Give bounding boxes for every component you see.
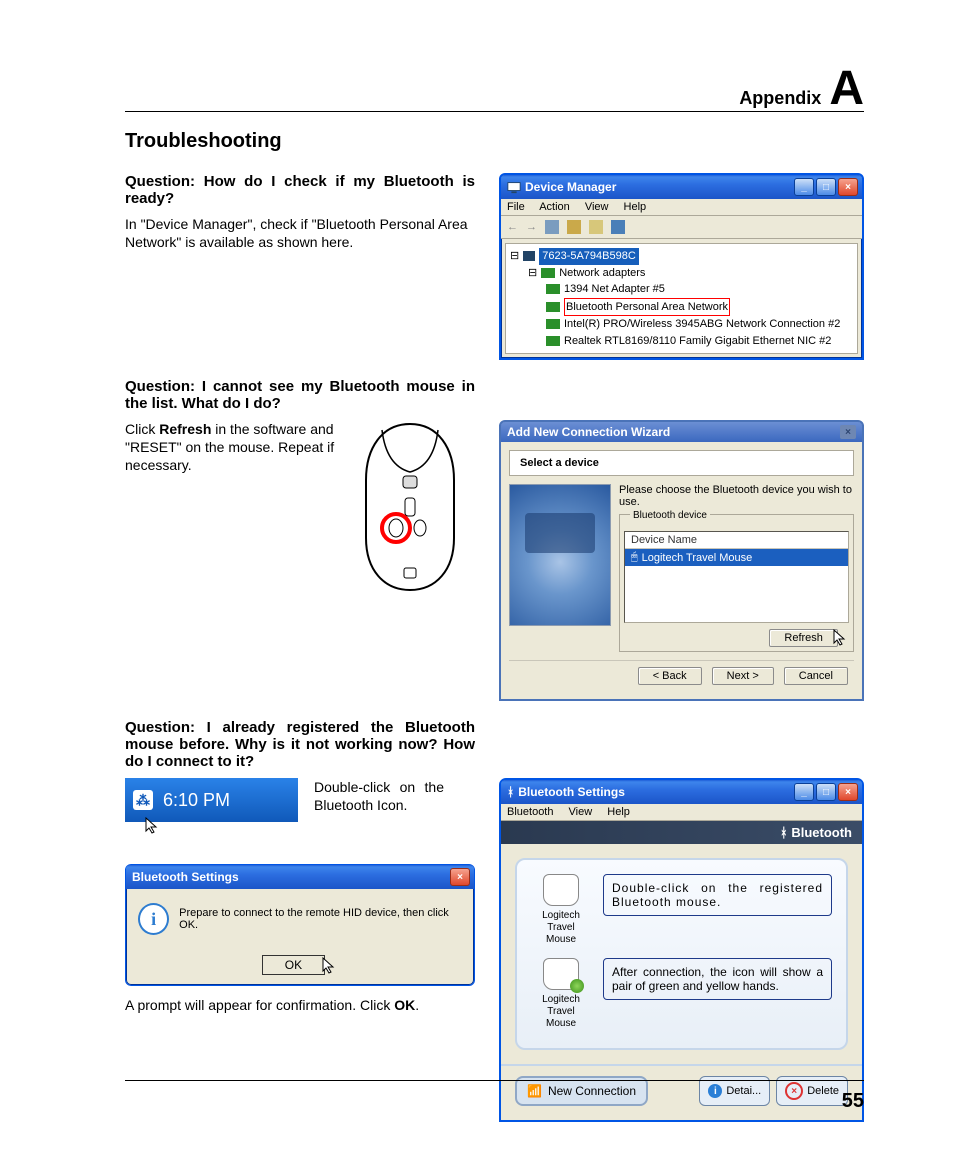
brand-strip: ᚼ Bluetooth [501,821,862,844]
device-manager-window: Device Manager _ □ × File Action View He… [499,173,864,360]
minimize-button[interactable]: _ [794,783,814,801]
fieldset-label: Bluetooth device [630,510,710,521]
menu-help[interactable]: Help [607,806,630,818]
tree-item[interactable]: 1394 Net Adapter #5 [546,281,853,298]
dialog-message: Prepare to connect to the remote HID dev… [179,907,462,931]
device-icon[interactable]: Logitech Travel Mouse [531,874,591,946]
next-button[interactable]: Next > [712,667,774,685]
answer-1: In "Device Manager", check if "Bluetooth… [125,215,475,251]
device-list[interactable]: Device Name 🖱 Logitech Travel Mouse [624,531,849,623]
menu-view[interactable]: View [585,201,609,213]
device-list-header: Device Name [625,532,848,549]
question-1: Question: How do I check if my Bluetooth… [125,173,475,207]
network-adapters-node[interactable]: Network adapters [559,265,645,282]
page-number: 55 [842,1090,864,1113]
menu-view[interactable]: View [569,806,593,818]
menu-bluetooth[interactable]: Bluetooth [507,806,553,818]
bluetooth-settings-window: ᚼ Bluetooth Settings _ □ × Bluetooth Vie… [499,778,864,1122]
menubar: Bluetooth View Help [501,804,862,821]
menu-file[interactable]: File [507,201,525,213]
cursor-icon [833,629,849,647]
close-button[interactable]: × [838,178,858,196]
toolbar-icon[interactable] [545,220,559,234]
device-label: Logitech Travel Mouse [542,994,580,1029]
section-title: Troubleshooting [125,130,864,153]
appendix-label: Appendix [739,88,821,109]
bluetooth-logo-icon: ᚼ [780,825,788,840]
cursor-icon [322,957,338,975]
note-box-1: Double-click on the registered Bluetooth… [603,874,832,916]
maximize-button[interactable]: □ [816,178,836,196]
page-header: Appendix A [125,70,864,112]
bluetooth-icon: ᚼ [507,785,514,799]
nav-back-icon[interactable]: ← [507,221,518,233]
dialog-title: Bluetooth Settings [132,870,239,884]
wizard-instruction: Please choose the Bluetooth device you w… [619,484,854,508]
menu-help[interactable]: Help [624,201,647,213]
tree-item[interactable]: Intel(R) PRO/Wireless 3945ABG Network Co… [546,316,853,333]
question-3: Question: I already registered the Bluet… [125,719,475,770]
wizard-title: Add New Connection Wizard [507,425,670,439]
close-button[interactable]: × [450,868,470,886]
mouse-diagram [360,420,460,595]
cancel-button[interactable]: Cancel [784,667,848,685]
antenna-icon: 📶 [527,1084,542,1098]
wizard-step-header: Select a device [509,450,854,476]
confirmation-caption: A prompt will appear for confirmation. C… [125,996,475,1014]
menubar: File Action View Help [501,199,862,216]
system-tray[interactable]: ⁂ 6:10 PM [125,778,298,822]
tree-item-bluetooth[interactable]: Bluetooth Personal Area Network [546,298,853,317]
close-button[interactable]: × [838,783,858,801]
toolbar-icon[interactable] [567,220,581,234]
device-label: Logitech Travel Mouse [542,910,580,945]
cursor-icon [145,817,161,835]
nav-fwd-icon[interactable]: → [526,221,537,233]
mouse-icon: 🖱 [631,551,638,564]
toolbar-icon[interactable] [589,220,603,234]
footer-rule [125,1080,864,1081]
window-title: Device Manager [525,180,616,194]
appendix-letter: A [829,70,864,108]
computer-node[interactable]: 7623-5A794B598C [539,248,639,265]
back-button[interactable]: < Back [638,667,702,685]
note-box-2: After connection, the icon will show a p… [603,958,832,1000]
refresh-button[interactable]: Refresh [769,629,838,647]
wizard-image [509,484,611,626]
connection-wizard-window: Add New Connection Wizard × Select a dev… [499,420,864,701]
question-2: Question: I cannot see my Bluetooth mous… [125,378,475,412]
minimize-button[interactable]: _ [794,178,814,196]
network-adapters-icon [541,268,555,278]
computer-icon [523,251,535,261]
tree-item[interactable]: Realtek RTL8169/8110 Family Gigabit Ethe… [546,333,853,350]
window-title: Bluetooth Settings [518,785,625,799]
device-manager-icon [507,180,521,194]
device-icon-connected[interactable]: Logitech Travel Mouse [531,958,591,1030]
toolbar-icon[interactable] [611,220,625,234]
ok-button[interactable]: OK [262,955,325,975]
toolbar: ← → [501,216,862,239]
maximize-button[interactable]: □ [816,783,836,801]
device-list-row[interactable]: 🖱 Logitech Travel Mouse [625,549,848,566]
delete-icon: × [785,1082,803,1100]
close-button[interactable]: × [840,425,856,439]
bluetooth-tray-icon[interactable]: ⁂ [133,790,153,810]
menu-action[interactable]: Action [539,201,570,213]
answer-2: Click Refresh in the software and "RESET… [125,420,335,475]
tray-clock: 6:10 PM [163,790,230,811]
double-click-tip: Double-click on the Bluetooth Icon. [314,778,444,814]
info-icon: i [138,903,169,935]
bluetooth-prompt-dialog: Bluetooth Settings × i Prepare to connec… [125,864,475,986]
info-icon: i [708,1084,722,1098]
